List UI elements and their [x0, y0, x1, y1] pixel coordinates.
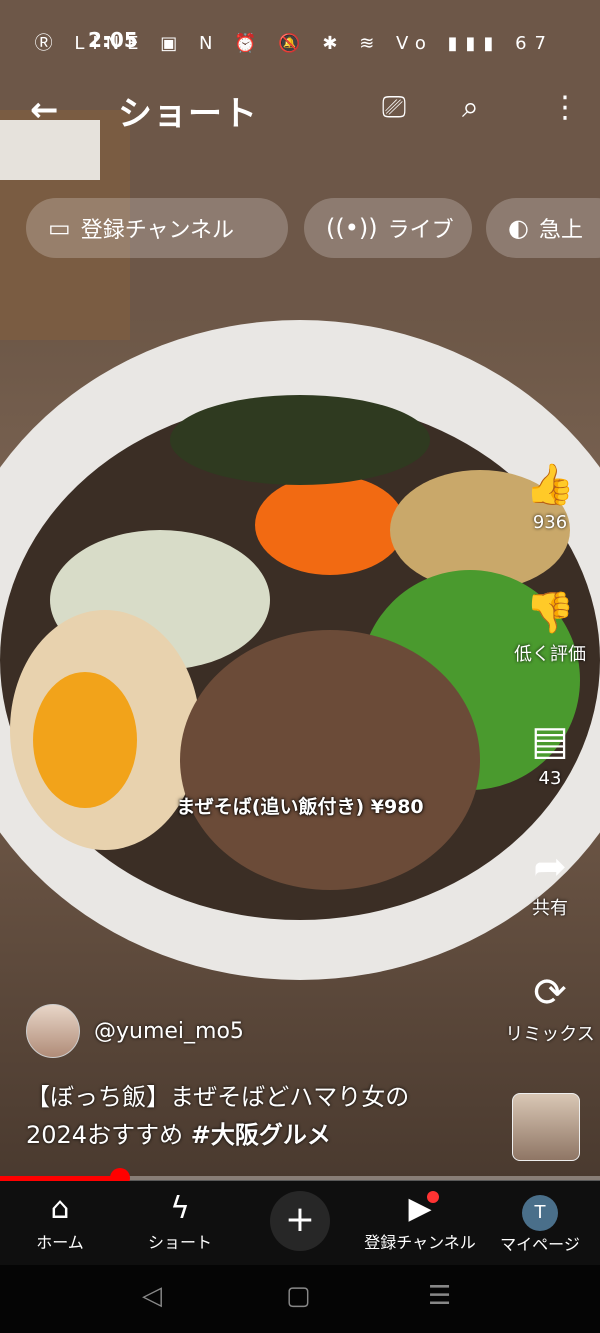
search-icon[interactable]: ⌕ — [462, 90, 479, 125]
remix-icon: ⟳ — [533, 970, 567, 1016]
channel-handle[interactable]: @yumei_mo5 — [94, 1019, 244, 1044]
system-recents-icon[interactable]: ☰ — [428, 1281, 451, 1311]
subscriptions-icon: ▶ — [408, 1191, 432, 1226]
chip-label: 登録チャンネル — [80, 218, 235, 243]
back-arrow-icon[interactable]: ← — [30, 90, 59, 130]
home-icon: ⌂ — [50, 1191, 70, 1226]
filter-chips: ▭ 登録チャンネル ((•)) ライブ ◐ 急上 — [26, 198, 600, 258]
video-caption[interactable]: 【ぼっち飯】まぜそばどハマり女の 2024おすすめ #大阪グルメ — [26, 1078, 486, 1154]
caption-line-1: 【ぼっち飯】まぜそばどハマり女の — [26, 1083, 410, 1111]
shorts-icon: ϟ — [170, 1191, 190, 1226]
like-button[interactable]: 👍 936 — [500, 460, 600, 533]
header: ← ショート ⎚ ⌕ ⋮ — [0, 80, 600, 140]
channel-avatar[interactable] — [26, 1004, 80, 1058]
remix-button[interactable]: ⟳ リミックス — [500, 968, 600, 1046]
dislike-label: 低く評価 — [514, 644, 586, 665]
chip-label: ライブ — [387, 218, 454, 243]
sound-thumbnail[interactable] — [512, 1093, 580, 1161]
trending-icon: ◐ — [508, 214, 529, 242]
share-icon: ➦ — [533, 844, 567, 890]
system-back-icon[interactable]: ◁ — [142, 1281, 162, 1311]
bottom-navigation: ⌂ ホーム ϟ ショート + ▶ 登録チャンネル T マイページ — [0, 1181, 600, 1265]
like-count: 936 — [532, 512, 568, 533]
subscriptions-icon: ▭ — [48, 214, 71, 242]
caption-text: 2024おすすめ — [26, 1121, 191, 1149]
share-button[interactable]: ➦ 共有 — [500, 842, 600, 920]
notification-dot — [427, 1191, 439, 1203]
nav-mypage[interactable]: T マイページ — [480, 1189, 600, 1255]
comment-icon: ▤ — [531, 718, 569, 764]
live-icon: ((•)) — [326, 214, 378, 242]
system-navigation: ◁ ▢ ☰ — [0, 1265, 600, 1333]
system-home-icon[interactable]: ▢ — [286, 1281, 311, 1311]
share-label: 共有 — [532, 898, 568, 919]
status-bar: 2:05 Ⓡ LINE ▣ N ⏰ 🔕 ✱ ≋ Vo ▮▮▮ 67 — [0, 0, 600, 80]
status-icons: Ⓡ LINE ▣ N ⏰ 🔕 ✱ ≋ Vo ▮▮▮ 67 — [34, 33, 554, 54]
nav-label: ショート — [147, 1233, 212, 1252]
nav-label: 登録チャンネル — [364, 1233, 476, 1252]
comment-button[interactable]: ▤ 43 — [500, 716, 600, 789]
channel-info[interactable]: @yumei_mo5 — [26, 1004, 244, 1058]
page-title: ショート — [118, 94, 258, 134]
chip-trending[interactable]: ◐ 急上 — [486, 198, 600, 258]
more-icon[interactable]: ⋮ — [550, 90, 580, 125]
hashtag-link[interactable]: #大阪グルメ — [191, 1121, 331, 1149]
video-overlay-text: まぜそば(追い飯付き) ¥980 — [176, 796, 424, 818]
create-button[interactable]: + — [270, 1191, 330, 1251]
thumbs-down-icon: 👎 — [525, 590, 575, 636]
chip-live[interactable]: ((•)) ライブ — [304, 198, 472, 258]
chip-subscriptions[interactable]: ▭ 登録チャンネル — [26, 198, 288, 258]
remix-label: リミックス — [505, 1024, 595, 1045]
thumbs-up-icon: 👍 — [525, 462, 575, 508]
nav-shorts[interactable]: ϟ ショート — [120, 1189, 240, 1253]
comment-count: 43 — [538, 768, 562, 789]
nav-label: マイページ — [500, 1235, 580, 1254]
nav-home[interactable]: ⌂ ホーム — [0, 1189, 120, 1253]
nav-subscriptions[interactable]: ▶ 登録チャンネル — [360, 1189, 480, 1253]
chip-label: 急上 — [538, 218, 583, 243]
dislike-button[interactable]: 👎 低く評価 — [500, 588, 600, 666]
nav-label: ホーム — [36, 1233, 84, 1252]
cast-icon[interactable]: ⎚ — [382, 90, 406, 125]
caption-line-2: 2024おすすめ #大阪グルメ — [26, 1116, 486, 1154]
user-avatar: T — [522, 1195, 558, 1231]
